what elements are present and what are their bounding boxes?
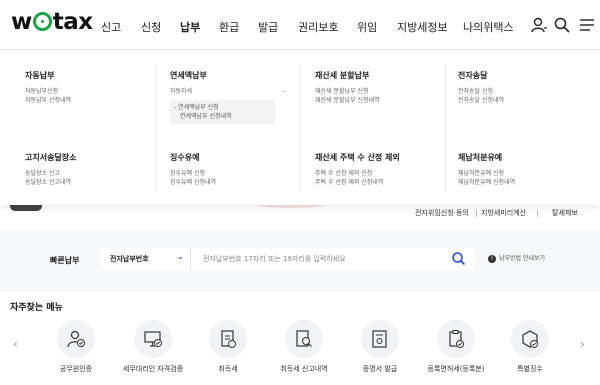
nav-item-apply[interactable]: 신청 bbox=[141, 19, 161, 35]
nav-item-rights[interactable]: 권리보호 bbox=[298, 19, 338, 35]
payment-number-input[interactable]: 전자납부번호 17자리 또는 19자리를 입력하세요 bbox=[190, 248, 475, 270]
payment-guide-label: 납부방법 안내보기 bbox=[499, 255, 546, 262]
submenu-link-label: 연세액납부 신청 bbox=[178, 104, 219, 111]
menu-link[interactable]: 송달장소 신고 bbox=[25, 169, 145, 178]
tile-circle bbox=[511, 320, 549, 358]
search-icon[interactable] bbox=[553, 16, 571, 34]
menu-col-bill-address: 고지서송달장소 송달장소 신고 송달장소 신고내역 bbox=[25, 152, 145, 187]
document-icon bbox=[221, 330, 236, 348]
frequent-item-agent-verify[interactable]: 세무대리인 자격검증 bbox=[115, 320, 191, 385]
menu-col-annual-pay: 연세액납부 자동차세 – - 연세액납부 신청 연세액납부 신청내역 bbox=[170, 70, 290, 124]
menu-link[interactable]: 자동납부 신청내역 bbox=[25, 96, 145, 105]
chevron-left-icon[interactable]: ‹ bbox=[13, 337, 18, 351]
tile-circle bbox=[209, 320, 247, 358]
menu-link[interactable]: 전자송달 신청내역 bbox=[458, 96, 578, 105]
search-icon[interactable] bbox=[451, 251, 466, 266]
box-check-icon bbox=[522, 330, 538, 348]
menu-col-auto-pay: 자동납부 자동납부신청 자동납부 신청내역 bbox=[25, 70, 145, 105]
menu-col-title[interactable]: 체납처분유예 bbox=[458, 152, 578, 163]
util-link-precalc[interactable]: 지방세미리계산 bbox=[481, 208, 526, 218]
frequent-item-special-collection[interactable]: 특별징수 bbox=[492, 320, 568, 385]
payment-mega-menu: 자동납부 자동납부신청 자동납부 신청내역 연세액납부 자동차세 – - 연세액… bbox=[0, 50, 600, 205]
menu-col-title[interactable]: 재산세 주택 수 산정 제외 bbox=[315, 152, 435, 163]
chevron-down-icon: ⌄ bbox=[177, 252, 184, 261]
info-icon: ! bbox=[488, 255, 496, 263]
payment-number-placeholder: 전자납부번호 17자리 또는 19자리를 입력하세요 bbox=[203, 255, 346, 263]
nav-item-local-tax-info[interactable]: 지방세정보 bbox=[397, 19, 448, 35]
menu-expand-row[interactable]: 자동차세 – bbox=[170, 87, 285, 96]
frequent-item-official-cert[interactable]: 공무원인증 bbox=[38, 320, 114, 385]
column-divider bbox=[155, 64, 156, 192]
menu-link[interactable]: 전자송달 신청 bbox=[458, 87, 578, 96]
menu-link[interactable]: 징수유예 신청 bbox=[170, 169, 290, 178]
frequent-item-label: 특별징수 bbox=[517, 365, 543, 373]
menu-col-title[interactable]: 연세액납부 bbox=[170, 70, 290, 81]
payment-type-value: 전자납부번호 bbox=[110, 255, 149, 263]
menu-col-e-delivery: 전자송달 전자송달 신청 전자송달 신청내역 bbox=[458, 70, 578, 105]
menu-link[interactable]: 체납처분유예 신청내역 bbox=[458, 178, 578, 187]
menu-submenu: - 연세액납부 신청 연세액납부 신청내역 bbox=[170, 100, 275, 124]
menu-col-property-installment: 재산세 분할납부 재산세 분할납부 신청 재산세 분할납부 신청내역 bbox=[315, 70, 435, 105]
menu-link[interactable]: 징수유예 신청내역 bbox=[170, 178, 290, 187]
util-link-tax-report[interactable]: 탈세제보 bbox=[552, 208, 578, 218]
menu-icon[interactable] bbox=[578, 16, 596, 34]
menu-link[interactable]: 주택 수 산정 제외 신청내역 bbox=[315, 178, 435, 187]
menu-col-title[interactable]: 전자송달 bbox=[458, 70, 578, 81]
nav-item-delegation[interactable]: 위임 bbox=[357, 19, 377, 35]
nav-item-report[interactable]: 신고 bbox=[101, 19, 121, 35]
submenu-link[interactable]: 연세액납부 신청내역 bbox=[174, 112, 271, 121]
nav-item-refund[interactable]: 환급 bbox=[219, 19, 239, 35]
column-divider bbox=[300, 64, 301, 192]
menu-link[interactable]: 자동차세 bbox=[170, 87, 192, 96]
menu-col-title[interactable]: 고지서송달장소 bbox=[25, 152, 145, 163]
tile-circle bbox=[57, 320, 95, 358]
util-link-delegation[interactable]: 전자위임신청·동의 bbox=[415, 208, 469, 218]
menu-col-title[interactable]: 자동납부 bbox=[25, 70, 145, 81]
menu-col-title[interactable]: 징수유예 bbox=[170, 152, 290, 163]
tile-circle bbox=[437, 320, 475, 358]
frequent-menu-title: 자주찾는 메뉴 bbox=[10, 303, 63, 313]
certificate-icon bbox=[372, 330, 387, 348]
frequent-item-acquisition-tax[interactable]: 취득세 bbox=[190, 320, 266, 385]
frequent-item-certificate[interactable]: 증명서 발급 bbox=[342, 320, 418, 385]
menu-col-house-count: 재산세 주택 수 산정 제외 주택 수 산정 제외 신청 주택 수 산정 제외 … bbox=[315, 152, 435, 187]
menu-link[interactable]: 재산세 분할납부 신청 bbox=[315, 87, 435, 96]
nav-item-my-wetax[interactable]: 나의위택스 bbox=[463, 19, 514, 35]
column-divider bbox=[445, 64, 446, 192]
menu-col-title[interactable]: 재산세 분할납부 bbox=[315, 70, 435, 81]
main-nav: 신고 신청 납부 환급 발급 권리보호 위임 지방세정보 나의위택스 bbox=[0, 19, 600, 35]
person-check-icon bbox=[67, 330, 85, 348]
submenu-link[interactable]: - 연세액납부 신청 bbox=[174, 103, 271, 112]
nav-item-issue[interactable]: 발급 bbox=[258, 19, 278, 35]
menu-link[interactable]: 체납처분유예 신청 bbox=[458, 169, 578, 178]
quick-pay-bar: 빠른납부 전자납부번호 ⌄ 전자납부번호 17자리 또는 19자리를 입력하세요… bbox=[0, 230, 600, 292]
chevron-right-icon[interactable]: › bbox=[580, 337, 585, 351]
menu-col-arrears-deferral: 체납처분유예 체납처분유예 신청 체납처분유예 신청내역 bbox=[458, 152, 578, 187]
frequent-item-acquisition-history[interactable]: 취득세 신고내역 bbox=[266, 320, 342, 385]
util-divider bbox=[476, 210, 477, 217]
menu-col-collection-deferral: 징수유예 징수유예 신청 징수유예 신청내역 bbox=[170, 152, 290, 187]
util-divider bbox=[537, 210, 538, 217]
page: wtax 신고 신청 납부 환급 발급 권리보호 위임 지방세정보 나의위택스 bbox=[0, 0, 600, 385]
menu-link[interactable]: 주택 수 산정 제외 신청 bbox=[315, 169, 435, 178]
menu-link[interactable]: 자동납부신청 bbox=[25, 87, 145, 96]
payment-type-select[interactable]: 전자납부번호 ⌄ bbox=[100, 248, 190, 270]
payment-guide-link[interactable]: ! 납부방법 안내보기 bbox=[488, 253, 545, 263]
nav-item-payment[interactable]: 납부 bbox=[180, 19, 200, 35]
menu-link[interactable]: 재산세 분할납부 신청내역 bbox=[315, 96, 435, 105]
tile-circle bbox=[285, 320, 323, 358]
top-header: w tax 신고 신청 납부 환급 발급 권리보호 위임 지방세정보 나의위택스 bbox=[0, 0, 600, 50]
document-search-icon bbox=[296, 330, 312, 347]
collapse-icon[interactable]: – bbox=[282, 87, 285, 96]
user-icon[interactable] bbox=[530, 16, 548, 34]
clipboard-check-icon bbox=[449, 330, 464, 348]
monitor-check-icon bbox=[144, 331, 162, 347]
frequent-item-registration-tax[interactable]: 등록면허세(등록분) bbox=[418, 320, 494, 385]
quick-pay-label: 빠른납부 bbox=[50, 256, 80, 265]
tile-circle bbox=[134, 320, 172, 358]
tile-circle bbox=[361, 320, 399, 358]
menu-link[interactable]: 송달장소 신고내역 bbox=[25, 178, 145, 187]
